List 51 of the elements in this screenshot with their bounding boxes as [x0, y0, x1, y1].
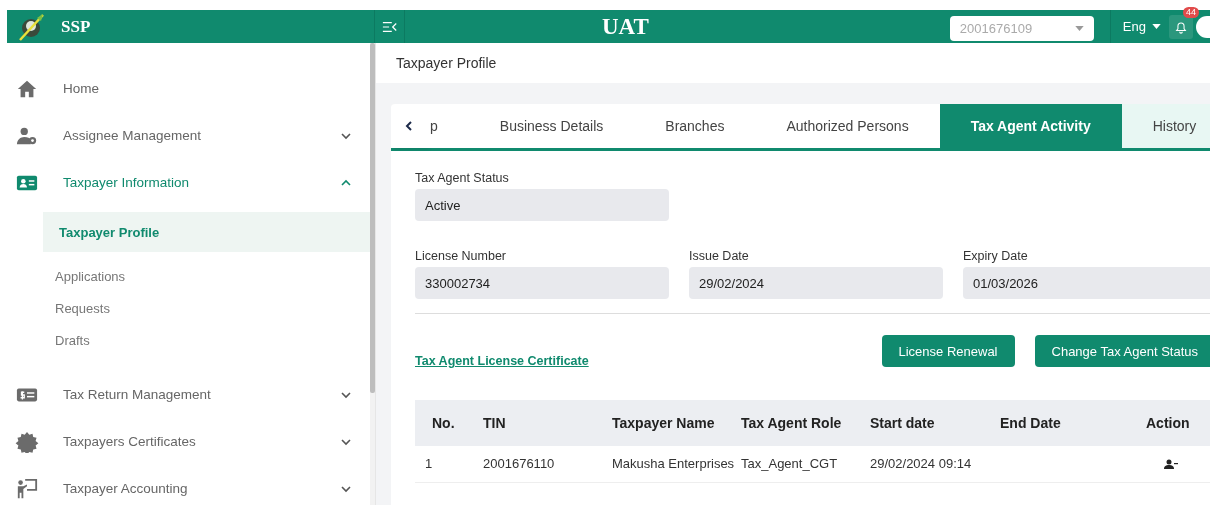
- certificate-link[interactable]: Tax Agent License Certificate: [415, 354, 589, 368]
- field-label: Expiry Date: [963, 249, 1029, 263]
- nav-item[interactable]: Taxpayer Information: [7, 159, 370, 206]
- submenu-item[interactable]: Applications: [43, 260, 370, 292]
- nav-item[interactable]: Tax Return Management: [7, 371, 370, 418]
- table-cell: 1: [415, 446, 483, 482]
- read-only-field[interactable]: 01/03/2026: [963, 267, 1210, 299]
- user-minus-icon: [1164, 458, 1178, 469]
- dropdown-icon: [1152, 24, 1161, 29]
- action-button[interactable]: License Renewal: [881, 335, 1015, 367]
- column-header: TIN: [483, 400, 612, 446]
- column-header: Start date: [870, 400, 1000, 446]
- read-only-field[interactable]: 330002734: [415, 267, 669, 299]
- column-header: Tax Agent Role: [741, 400, 870, 446]
- submenu-item[interactable]: Requests: [43, 292, 370, 324]
- avatar[interactable]: [1196, 15, 1210, 38]
- nav-item[interactable]: Assignee Management: [7, 112, 370, 159]
- environment-title: UAT: [601, 13, 650, 40]
- seal-icon: [15, 430, 39, 453]
- submenu-item[interactable]: Drafts: [43, 324, 370, 356]
- submenu-item[interactable]: Taxpayer Profile: [43, 212, 370, 252]
- table-cell: Makusha Enterprises: [612, 446, 741, 482]
- table-cell: 2001676110: [483, 446, 612, 482]
- brand-name: SSP: [61, 16, 91, 37]
- nav-item[interactable]: Taxpayers Certificates: [7, 418, 370, 465]
- column-header: Action: [1146, 400, 1210, 446]
- nav-item[interactable]: Home: [7, 65, 370, 112]
- column-header: End Date: [1000, 400, 1146, 446]
- notifications-button[interactable]: [1169, 14, 1193, 39]
- field-label: Tax Agent Status: [415, 171, 510, 185]
- presenter-icon: [15, 477, 39, 500]
- page-title: Taxpayer Profile: [376, 43, 1210, 83]
- bell-icon: [1173, 19, 1189, 34]
- nav-item[interactable]: Taxpayer Accounting: [7, 465, 370, 505]
- chevron-left-icon: [404, 120, 414, 132]
- remove-user-button[interactable]: [1164, 458, 1178, 469]
- column-header: No.: [415, 400, 483, 446]
- field-label: Issue Date: [689, 249, 750, 263]
- collapse-menu-icon: [381, 19, 398, 34]
- dropdown-icon: [1074, 26, 1084, 31]
- tab[interactable]: Tax Agent Activity: [939, 104, 1122, 148]
- field-label: License Number: [415, 249, 507, 263]
- read-only-field[interactable]: Active: [415, 189, 669, 221]
- tab[interactable]: History: [1121, 104, 1210, 148]
- logo-icon: [17, 11, 47, 42]
- action-button[interactable]: Change Tax Agent Status: [1034, 335, 1210, 367]
- column-header: Taxpayer Name: [612, 400, 741, 446]
- table-cell: Tax_Agent_CGT: [741, 446, 870, 482]
- read-only-field[interactable]: 29/02/2024: [689, 267, 943, 299]
- notification-badge: 44: [1183, 6, 1199, 18]
- table-cell: 29/02/2024 09:14: [870, 446, 1000, 482]
